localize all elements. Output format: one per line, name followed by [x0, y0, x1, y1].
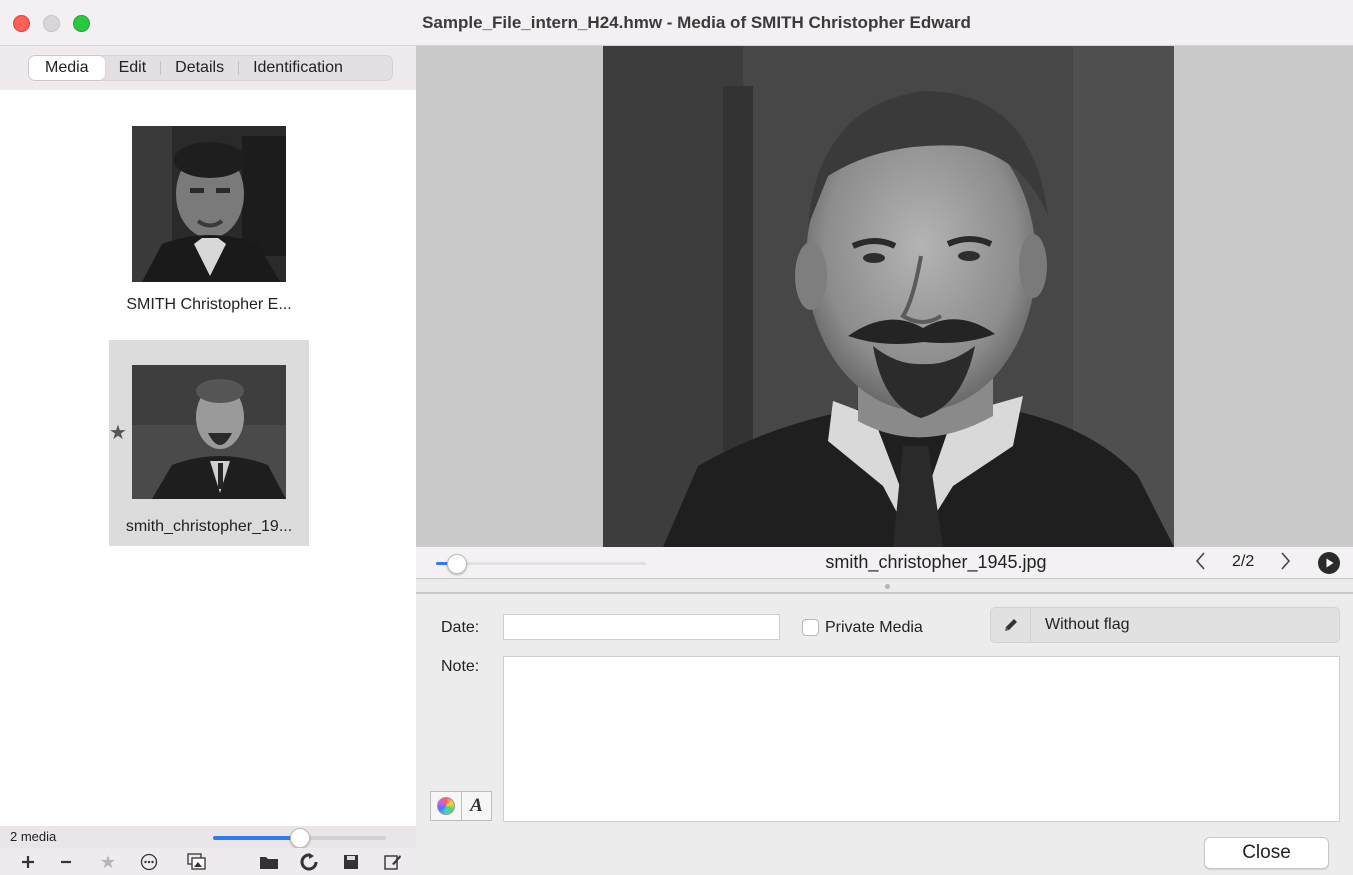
viewer-navigation-bar: smith_christopher_1945.jpg 2/2: [416, 547, 1353, 579]
media-preview-image: [603, 46, 1174, 547]
font-button[interactable]: A: [460, 792, 491, 820]
gallery-icon[interactable]: [184, 850, 210, 874]
thumbnail-size-slider[interactable]: [213, 828, 386, 848]
note-field[interactable]: [503, 656, 1340, 822]
add-icon[interactable]: [15, 850, 41, 874]
media-filename: smith_christopher_1945.jpg: [825, 552, 1047, 572]
slideshow-play-button[interactable]: [1318, 552, 1340, 574]
page-indicator: 2/2: [1232, 553, 1255, 570]
tab-identification[interactable]: Identification: [239, 56, 357, 80]
previous-icon[interactable]: [1194, 550, 1208, 578]
private-media-label: Private Media: [825, 619, 923, 636]
media-status-bar: 2 media: [0, 826, 416, 848]
tab-edit[interactable]: Edit: [105, 56, 161, 80]
save-icon[interactable]: [338, 850, 364, 874]
star-icon[interactable]: ★: [95, 850, 121, 874]
window-title: Sample_File_intern_H24.hmw - Media of SM…: [422, 13, 971, 32]
tab-bar: Media Edit Details Identification: [0, 46, 416, 90]
next-icon[interactable]: [1278, 550, 1292, 578]
media-item-label: SMITH Christopher E...: [126, 296, 292, 313]
media-thumbnail: [132, 126, 286, 282]
media-viewer: [416, 46, 1353, 547]
divider-grip-icon: [885, 584, 890, 589]
tab-details[interactable]: Details: [161, 56, 238, 80]
date-field[interactable]: [503, 614, 780, 640]
media-thumbnail: [132, 365, 286, 499]
tab-segmented-control: Media Edit Details Identification: [28, 55, 393, 81]
text-format-controls: A: [430, 791, 492, 821]
pencil-icon[interactable]: [991, 608, 1031, 642]
thumbnail-size-slider-knob[interactable]: [289, 828, 310, 848]
tab-media[interactable]: Media: [29, 56, 105, 80]
color-wheel-icon: [436, 797, 455, 815]
media-details-form: Date: Private Media Without flag Note: A…: [416, 596, 1353, 875]
flag-selector[interactable]: Without flag: [990, 607, 1340, 643]
note-label: Note:: [441, 658, 480, 675]
media-list-panel: Media Edit Details Identification SMITH …: [0, 46, 416, 875]
color-picker-button[interactable]: [431, 792, 461, 820]
refresh-icon[interactable]: [296, 850, 322, 874]
title-bar: Sample_File_intern_H24.hmw - Media of SM…: [0, 0, 1353, 46]
more-icon[interactable]: [136, 850, 162, 874]
font-icon: A: [470, 795, 483, 816]
image-zoom-slider[interactable]: [436, 554, 646, 574]
media-item-selected[interactable]: ★ smith_christopher_19...: [109, 340, 309, 546]
close-button[interactable]: Close: [1204, 837, 1329, 869]
flag-value: Without flag: [1045, 616, 1130, 633]
thumbnail-size-slider-fill: [213, 836, 300, 840]
folder-icon[interactable]: [256, 850, 282, 874]
date-label: Date:: [441, 619, 480, 636]
media-count-label: 2 media: [10, 829, 57, 844]
edit-icon[interactable]: [380, 850, 406, 874]
split-view-divider[interactable]: [416, 580, 1353, 594]
media-item[interactable]: SMITH Christopher E...: [109, 108, 309, 318]
media-toolbar: ★: [0, 848, 416, 875]
remove-icon[interactable]: [53, 850, 79, 874]
private-media-checkbox[interactable]: [802, 619, 819, 636]
image-zoom-slider-knob[interactable]: [447, 554, 467, 574]
media-item-label: smith_christopher_19...: [125, 518, 293, 535]
favorite-star-icon: ★: [109, 422, 127, 444]
